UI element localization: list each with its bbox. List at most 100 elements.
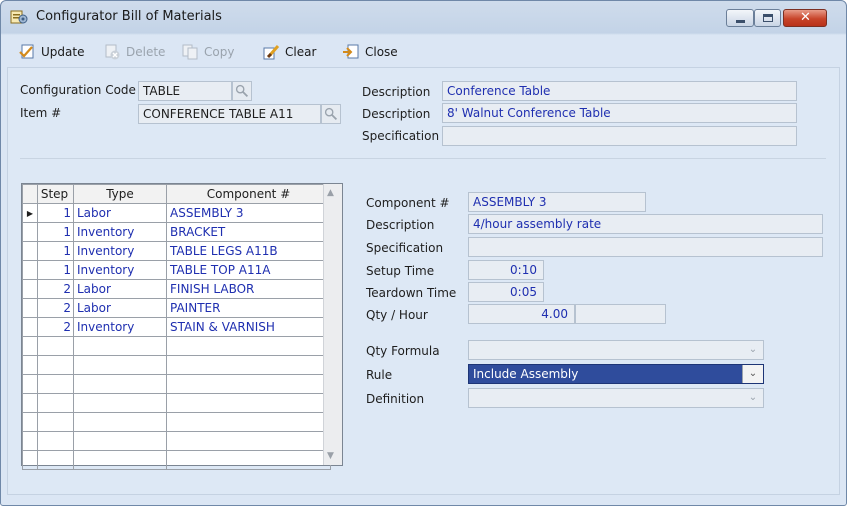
step-cell[interactable]: [37, 431, 74, 451]
item-lookup-button[interactable]: [321, 104, 341, 124]
component-cell[interactable]: TABLE TOP A11A: [166, 260, 331, 280]
step-cell[interactable]: [37, 374, 74, 394]
specification-field[interactable]: [442, 126, 797, 146]
scroll-down-arrow-icon[interactable]: ▼: [327, 451, 334, 461]
qty-hour-unit-field[interactable]: [575, 304, 666, 324]
type-cell[interactable]: [73, 355, 167, 375]
column-header-type[interactable]: Type: [73, 184, 167, 204]
component-field[interactable]: ASSEMBLY 3: [468, 192, 646, 212]
row-selector[interactable]: [22, 336, 38, 356]
component-cell[interactable]: [166, 412, 331, 432]
component-cell[interactable]: TABLE LEGS A11B: [166, 241, 331, 261]
component-cell[interactable]: FINISH LABOR: [166, 279, 331, 299]
description2-field[interactable]: 8' Walnut Conference Table: [442, 103, 797, 123]
table-row[interactable]: [22, 355, 331, 375]
definition-dropdown[interactable]: ⌄: [468, 388, 764, 408]
minimize-button[interactable]: [726, 9, 754, 27]
row-selector[interactable]: [22, 279, 38, 299]
rule-dropdown[interactable]: Include Assembly ⌄: [468, 364, 764, 384]
row-selector[interactable]: [22, 260, 38, 280]
component-cell[interactable]: [166, 431, 331, 451]
type-cell[interactable]: [73, 374, 167, 394]
row-selector[interactable]: [22, 393, 38, 413]
configuration-code-field[interactable]: TABLE: [138, 81, 232, 101]
type-cell[interactable]: [73, 450, 167, 470]
table-row[interactable]: 1 Inventory TABLE LEGS A11B: [22, 241, 331, 261]
title-bar[interactable]: Configurator Bill of Materials ✕: [1, 1, 846, 33]
row-selector[interactable]: [22, 431, 38, 451]
step-cell[interactable]: 2: [37, 317, 74, 337]
detail-description-field[interactable]: 4/hour assembly rate: [468, 214, 823, 234]
step-cell[interactable]: [37, 336, 74, 356]
close-button[interactable]: Close: [342, 42, 398, 62]
table-row[interactable]: 2 Labor PAINTER: [22, 298, 331, 318]
step-cell[interactable]: [37, 450, 74, 470]
component-cell[interactable]: [166, 336, 331, 356]
step-cell[interactable]: 1: [37, 222, 74, 242]
scroll-up-arrow-icon[interactable]: ▲: [327, 188, 334, 198]
component-cell[interactable]: [166, 374, 331, 394]
grid-vertical-scrollbar[interactable]: ▲ ▼: [323, 184, 342, 465]
type-cell[interactable]: Labor: [73, 279, 167, 299]
table-row[interactable]: [22, 412, 331, 432]
row-selector[interactable]: [22, 355, 38, 375]
copy-button[interactable]: Copy: [181, 42, 234, 62]
step-cell[interactable]: [37, 355, 74, 375]
type-cell[interactable]: [73, 336, 167, 356]
chevron-down-icon[interactable]: ⌄: [743, 341, 763, 359]
step-cell[interactable]: 1: [37, 260, 74, 280]
current-row-pointer-icon[interactable]: ▶: [22, 203, 38, 223]
type-cell[interactable]: Inventory: [73, 241, 167, 261]
component-cell[interactable]: [166, 450, 331, 470]
row-selector[interactable]: [22, 241, 38, 261]
table-row[interactable]: [22, 393, 331, 413]
qty-hour-field[interactable]: 4.00: [468, 304, 575, 324]
component-cell[interactable]: [166, 393, 331, 413]
table-row[interactable]: 1 Inventory BRACKET: [22, 222, 331, 242]
table-row[interactable]: [22, 450, 331, 470]
table-row[interactable]: 2 Inventory STAIN & VARNISH: [22, 317, 331, 337]
component-cell[interactable]: ASSEMBLY 3: [166, 203, 331, 223]
table-row[interactable]: [22, 431, 331, 451]
step-cell[interactable]: 1: [37, 241, 74, 261]
type-cell[interactable]: [73, 393, 167, 413]
detail-specification-field[interactable]: [468, 237, 823, 257]
table-row[interactable]: [22, 336, 331, 356]
type-cell[interactable]: Inventory: [73, 317, 167, 337]
chevron-down-icon[interactable]: ⌄: [742, 365, 763, 383]
row-selector[interactable]: [22, 298, 38, 318]
type-cell[interactable]: [73, 412, 167, 432]
row-selector[interactable]: [22, 222, 38, 242]
table-row[interactable]: ▶ 1 Labor ASSEMBLY 3: [22, 203, 331, 223]
teardown-time-field[interactable]: 0:05: [468, 282, 544, 302]
table-row[interactable]: 2 Labor FINISH LABOR: [22, 279, 331, 299]
type-cell[interactable]: Labor: [73, 203, 167, 223]
components-grid[interactable]: Step Type Component # ▶ 1 Labor ASSEMBLY 31…: [21, 183, 343, 470]
table-row[interactable]: 1 Inventory TABLE TOP A11A: [22, 260, 331, 280]
maximize-button[interactable]: [754, 9, 781, 27]
type-cell[interactable]: Inventory: [73, 222, 167, 242]
row-selector[interactable]: [22, 450, 38, 470]
type-cell[interactable]: [73, 431, 167, 451]
component-cell[interactable]: PAINTER: [166, 298, 331, 318]
table-row[interactable]: [22, 374, 331, 394]
chevron-down-icon[interactable]: ⌄: [743, 389, 763, 407]
delete-button[interactable]: Delete: [103, 42, 165, 62]
component-cell[interactable]: [166, 355, 331, 375]
setup-time-field[interactable]: 0:10: [468, 260, 544, 280]
type-cell[interactable]: Labor: [73, 298, 167, 318]
configuration-code-lookup-button[interactable]: [232, 81, 252, 101]
component-cell[interactable]: STAIN & VARNISH: [166, 317, 331, 337]
row-selector[interactable]: [22, 412, 38, 432]
column-header-step[interactable]: Step: [37, 184, 74, 204]
close-window-button[interactable]: ✕: [783, 9, 827, 27]
row-selector[interactable]: [22, 317, 38, 337]
qty-formula-dropdown[interactable]: ⌄: [468, 340, 764, 360]
step-cell[interactable]: [37, 412, 74, 432]
update-button[interactable]: Update: [18, 42, 84, 62]
step-cell[interactable]: 2: [37, 279, 74, 299]
item-field[interactable]: CONFERENCE TABLE A11: [138, 104, 321, 124]
column-header-component[interactable]: Component #: [166, 184, 331, 204]
clear-button[interactable]: Clear: [262, 42, 316, 62]
row-selector[interactable]: [22, 374, 38, 394]
